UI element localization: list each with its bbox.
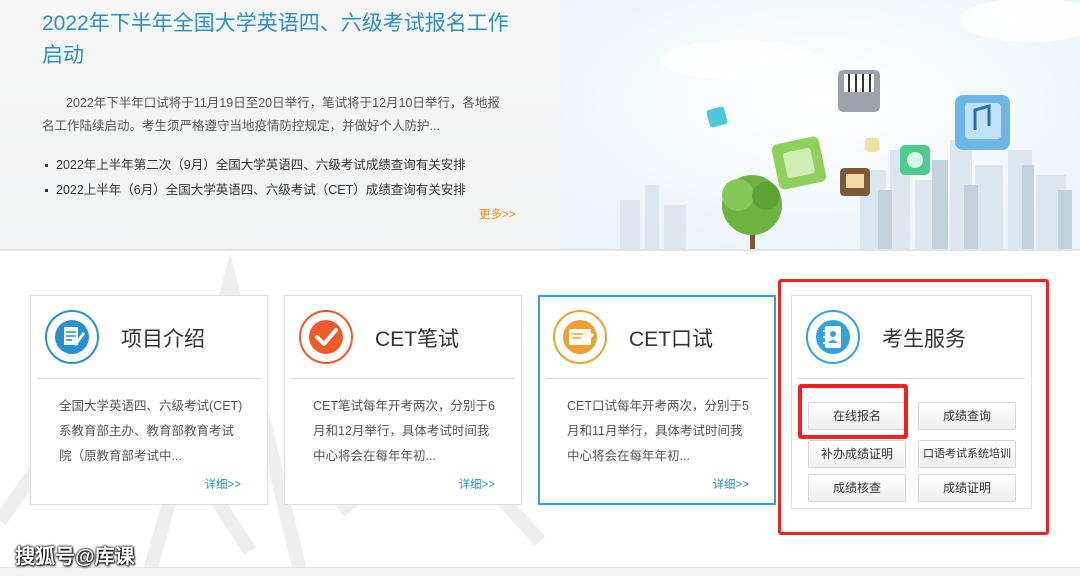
certificate-icon	[553, 310, 607, 364]
cet-oral-card[interactable]: CET口试 CET口试每年开考两次，分别于5月和11月举行，具体考试时间我中心将…	[538, 295, 776, 505]
news-headline[interactable]: 2022年下半年全国大学英语四、六级考试报名工作启动	[42, 8, 512, 72]
card-description: CET口试每年开考两次，分别于5月和11月举行，具体考试时间我中心将会在每年年初…	[567, 399, 749, 463]
news-list-item[interactable]: 2022上半年（6月）全国大学英语四、六级考试（CET）成绩查询有关安排	[44, 178, 466, 203]
checkmark-icon	[299, 310, 353, 364]
news-list: 2022年上半年第二次（9月）全国大学英语四、六级考试成绩查询有关安排 2022…	[44, 153, 466, 203]
news-banner: 2022年下半年全国大学英语四、六级考试报名工作启动 2022年下半年口试将于1…	[0, 0, 1080, 250]
details-link[interactable]: 详细>>	[713, 476, 749, 492]
details-link[interactable]: 详细>>	[459, 476, 495, 492]
card-title: CET笔试	[375, 328, 459, 351]
city-illustration	[560, 0, 1080, 250]
card-divider	[37, 378, 261, 379]
card-divider	[546, 378, 768, 379]
more-news-link[interactable]: 更多>>	[479, 206, 515, 222]
card-title: CET口试	[629, 328, 713, 351]
card-description: 全国大学英语四、六级考试(CET)系教育部主办、教育部教育考试院（原教育部考试中…	[59, 399, 243, 463]
cet-written-card[interactable]: CET笔试 CET笔试每年开考两次，分别于6月和12月举行，具体考试时间我中心将…	[284, 295, 522, 505]
news-list-item[interactable]: 2022年上半年第二次（9月）全国大学英语四、六级考试成绩查询有关安排	[44, 153, 466, 178]
news-summary: 2022年下半年口试将于11月19日至20日举行，笔试将于12月10日举行，各地…	[42, 96, 500, 133]
document-edit-icon	[45, 310, 99, 364]
details-link[interactable]: 详细>>	[205, 476, 241, 492]
project-intro-card[interactable]: 项目介绍 全国大学英语四、六级考试(CET)系教育部主办、教育部教育考试院（原教…	[30, 295, 268, 505]
card-divider	[291, 378, 515, 379]
highlight-box-registration	[798, 384, 908, 439]
watermark-text: 搜狐号@库课	[15, 546, 135, 568]
card-description: CET笔试每年开考两次，分别于6月和12月举行，具体考试时间我中心将会在每年年初…	[313, 399, 495, 463]
card-title: 项目介绍	[121, 328, 205, 351]
